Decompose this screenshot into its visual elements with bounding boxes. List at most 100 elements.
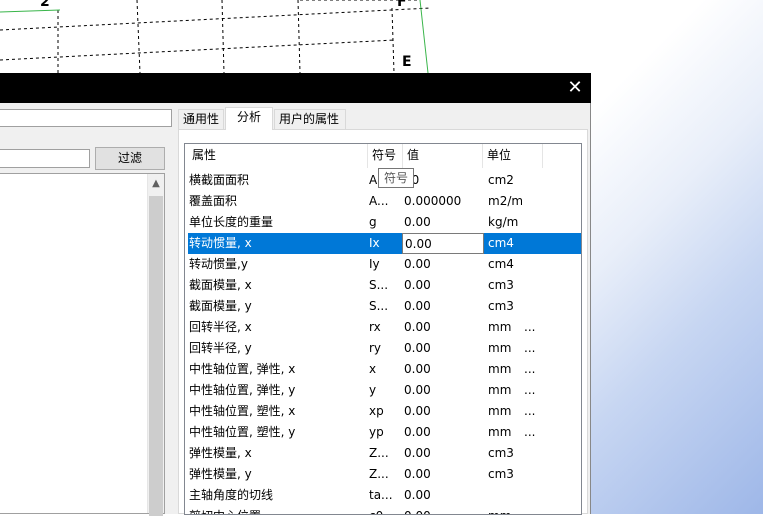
profile-list[interactable]: ▲ (0, 173, 165, 516)
tab-user-attributes[interactable]: 用户的属性 (274, 109, 346, 129)
table-row[interactable]: 单位长度的重量 g 0.00 kg/m (188, 212, 581, 233)
properties-dialog: ✕ 过滤 ▲ 通用性 分析 用户的属性 属性 符号 值 单位 横截面面积A50c… (0, 73, 591, 516)
table-row[interactable]: 转动惯量, x Ix 0.00 cm4 (188, 233, 581, 254)
more-ellipsis[interactable]: ... (524, 317, 544, 338)
value-edit-field[interactable]: 0.00 (402, 233, 484, 254)
property-unit: mm (488, 425, 512, 439)
dialog-titlebar[interactable]: ✕ (0, 73, 591, 103)
more-ellipsis[interactable] (524, 212, 544, 233)
property-symbol: x (369, 362, 377, 376)
table-row[interactable]: 中性轴位置, 弹性, y y 0.00 mm... (188, 380, 581, 401)
scroll-thumb[interactable] (149, 196, 163, 516)
property-value[interactable]: 0.00 (404, 212, 484, 233)
property-symbol: S... (369, 278, 389, 292)
property-name: 回转半径, y (189, 341, 252, 355)
property-name: 横截面面积 (189, 173, 250, 187)
catalog-input[interactable] (0, 109, 172, 127)
property-value[interactable]: 0.00 (404, 254, 484, 275)
table-row[interactable]: 截面模量, x S... 0.00 cm3 (188, 275, 581, 296)
table-row[interactable]: 转动惯量,y Iy 0.00 cm4 (188, 254, 581, 275)
header-unit[interactable]: 单位 (483, 144, 543, 168)
property-name: 截面模量, y (189, 299, 252, 313)
property-value[interactable]: 0.00 (404, 464, 484, 485)
more-ellipsis[interactable] (524, 485, 544, 506)
tab-analysis[interactable]: 分析 (225, 107, 273, 130)
more-ellipsis[interactable]: ... (524, 380, 544, 401)
property-value[interactable]: 0.00 (404, 338, 484, 359)
property-value[interactable]: 50 (404, 170, 484, 191)
table-row[interactable]: 弹性模量, x Z... 0.00 cm3 (188, 443, 581, 464)
property-unit: cm4 (488, 257, 514, 271)
filter-button[interactable]: 过滤 (95, 147, 165, 170)
table-row[interactable]: 回转半径, y ry 0.00 mm... (188, 338, 581, 359)
property-symbol: ta... (369, 488, 393, 502)
property-value[interactable]: 0.00 (404, 359, 484, 380)
property-value[interactable]: 0.000000 (404, 191, 484, 212)
property-symbol: S... (369, 299, 389, 313)
grid-label-2: 2 (40, 0, 50, 10)
property-unit: cm4 (488, 236, 514, 250)
more-ellipsis[interactable] (524, 254, 544, 275)
property-unit: mm (488, 404, 512, 418)
more-ellipsis[interactable]: ... (524, 359, 544, 380)
more-ellipsis[interactable]: ... (524, 338, 544, 359)
more-ellipsis[interactable] (524, 296, 544, 317)
property-name: 中性轴位置, 弹性, y (189, 383, 296, 397)
more-ellipsis[interactable] (524, 275, 544, 296)
property-value[interactable]: 0.00 (404, 485, 484, 506)
property-symbol: Z... (369, 467, 389, 481)
tab-general[interactable]: 通用性 (178, 109, 224, 129)
scroll-up-icon[interactable]: ▲ (148, 176, 164, 192)
close-button[interactable]: ✕ (565, 78, 585, 98)
property-symbol: A... (369, 194, 389, 208)
more-ellipsis[interactable]: ... (524, 401, 544, 422)
profile-list-scrollbar[interactable]: ▲ (147, 174, 164, 516)
more-ellipsis[interactable]: ... (524, 422, 544, 443)
property-unit: mm (488, 341, 512, 355)
property-name: 中性轴位置, 塑性, x (189, 404, 296, 418)
table-row[interactable]: 中性轴位置, 塑性, y yp 0.00 mm... (188, 422, 581, 443)
table-row[interactable]: 覆盖面积 A... 0.000000 m2/m (188, 191, 581, 212)
table-row[interactable]: 回转半径, x rx 0.00 mm... (188, 317, 581, 338)
property-unit: cm3 (488, 278, 514, 292)
property-unit: cm3 (488, 446, 514, 460)
more-ellipsis[interactable] (524, 191, 544, 212)
property-name: 截面模量, x (189, 278, 252, 292)
header-symbol[interactable]: 符号 (368, 144, 403, 168)
property-symbol: rx (369, 320, 381, 334)
property-name: 弹性模量, x (189, 446, 252, 460)
property-symbol: y (369, 383, 377, 397)
property-unit: mm (488, 383, 512, 397)
table-row[interactable]: 中性轴位置, 弹性, x x 0.00 mm... (188, 359, 581, 380)
property-value[interactable]: 0.00 (404, 401, 484, 422)
property-value[interactable]: 0.00 (404, 443, 484, 464)
table-row[interactable]: 主轴角度的切线 ta... 0.00 (188, 485, 581, 506)
property-table: 属性 符号 值 单位 横截面面积A50cm2覆盖面积A...0.000000m2… (184, 143, 582, 515)
property-name: 转动惯量, x (189, 236, 252, 250)
table-row[interactable]: 弹性模量, y Z... 0.00 cm3 (188, 464, 581, 485)
property-unit: mm (488, 320, 512, 334)
filter-input[interactable] (0, 149, 90, 168)
grid-label-e: E (402, 54, 412, 70)
more-ellipsis[interactable] (524, 170, 544, 191)
more-ellipsis[interactable] (524, 464, 544, 485)
property-symbol: ry (369, 341, 382, 355)
table-row[interactable]: 截面模量, y S... 0.00 cm3 (188, 296, 581, 317)
property-unit: m2/m (488, 194, 522, 208)
property-unit: cm3 (488, 299, 514, 313)
more-ellipsis[interactable] (524, 233, 544, 254)
more-ellipsis[interactable] (524, 443, 544, 464)
property-value[interactable]: 0.00 (404, 317, 484, 338)
property-symbol: yp (369, 425, 384, 439)
property-symbol: xp (369, 404, 384, 418)
property-value[interactable]: 0.00 (404, 380, 484, 401)
header-property[interactable]: 属性 (188, 144, 368, 168)
property-unit: cm2 (488, 173, 514, 187)
property-value[interactable]: 0.00 (404, 275, 484, 296)
symbol-tooltip: 符号 (378, 168, 415, 188)
property-value[interactable]: 0.00 (404, 296, 484, 317)
property-name: 中性轴位置, 塑性, y (189, 425, 296, 439)
table-row[interactable]: 中性轴位置, 塑性, x xp 0.00 mm... (188, 401, 581, 422)
header-value[interactable]: 值 (403, 144, 483, 168)
property-value[interactable]: 0.00 (404, 422, 484, 443)
